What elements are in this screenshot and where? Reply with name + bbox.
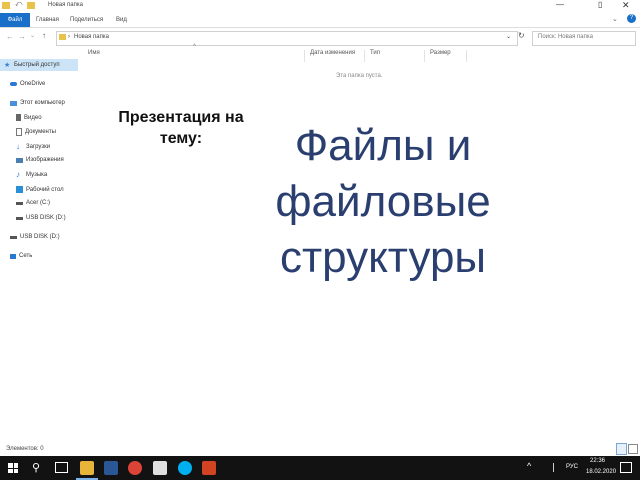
- undo-icon[interactable]: ⤺: [15, 1, 22, 9]
- search-icon[interactable]: ⚲: [32, 461, 40, 474]
- nav-item-drive-c[interactable]: Acer (C:): [16, 200, 50, 206]
- download-icon: ↓: [16, 142, 20, 151]
- status-bar: [0, 442, 640, 456]
- tab-share[interactable]: Поделиться: [70, 17, 103, 23]
- recent-locations-icon[interactable]: ⌄: [30, 32, 35, 39]
- refresh-icon[interactable]: ↻: [518, 31, 525, 40]
- address-path: Новая папка: [74, 34, 109, 40]
- nav-item-network[interactable]: Сеть: [10, 253, 32, 259]
- taskbar: [0, 456, 640, 480]
- nav-item-usb-disk[interactable]: USB DISK (D:): [16, 215, 66, 221]
- title-bar: [0, 0, 640, 13]
- slide-subtitle: Презентация на тему:: [118, 109, 244, 147]
- document-icon: [16, 128, 22, 136]
- network-icon: [10, 253, 16, 259]
- address-separator-icon: ›: [68, 34, 70, 40]
- tray-separator: [553, 463, 554, 472]
- chevron-down-icon[interactable]: ⌄: [612, 15, 618, 23]
- column-name[interactable]: Имя: [88, 50, 305, 62]
- app-icon[interactable]: [153, 461, 167, 475]
- skype-icon[interactable]: [178, 461, 192, 475]
- column-size[interactable]: Размер: [430, 50, 467, 62]
- clock-time[interactable]: 22:36: [590, 458, 605, 464]
- language-indicator[interactable]: РУС: [566, 464, 578, 470]
- image-icon: [16, 157, 23, 163]
- empty-folder-text: Эта папка пуста.: [336, 73, 383, 79]
- chrome-icon[interactable]: [128, 461, 142, 475]
- window-title: Новая папка: [48, 2, 83, 8]
- new-folder-icon[interactable]: [27, 2, 35, 9]
- star-icon: ★: [4, 61, 11, 69]
- help-button[interactable]: ?: [627, 14, 636, 23]
- tab-home[interactable]: Главная: [36, 17, 59, 23]
- nav-item-images[interactable]: Изображения: [16, 157, 64, 163]
- nav-item-this-pc[interactable]: Этот компьютер: [10, 100, 65, 106]
- column-type[interactable]: Тип: [370, 50, 425, 62]
- cloud-icon: [10, 82, 17, 86]
- address-dropdown-icon[interactable]: ⌄: [506, 33, 511, 40]
- nav-item-downloads[interactable]: ↓ Загрузки: [16, 142, 50, 151]
- address-folder-icon: [59, 34, 66, 40]
- nav-item-desktop[interactable]: Рабочий стол: [16, 186, 64, 193]
- windows-start-icon[interactable]: [8, 463, 18, 473]
- details-view-icon[interactable]: [616, 443, 627, 455]
- status-elements: Элементов: 0: [6, 446, 44, 452]
- nav-item-video[interactable]: Видео: [16, 114, 42, 121]
- nav-item-music[interactable]: ♪ Музыка: [16, 170, 47, 179]
- computer-icon: [10, 100, 17, 106]
- column-date-modified[interactable]: Дата изменения: [310, 50, 365, 62]
- usb-drive-icon: [10, 235, 17, 239]
- up-arrow-icon[interactable]: ↑: [42, 31, 46, 40]
- music-icon: ♪: [16, 170, 20, 179]
- slide-title: Файлы и файловые структуры: [275, 121, 491, 282]
- back-arrow-icon[interactable]: ←: [6, 32, 14, 41]
- word-icon[interactable]: [104, 461, 118, 475]
- close-button[interactable]: ✕: [622, 0, 630, 11]
- forward-arrow-icon[interactable]: →: [18, 32, 26, 41]
- notifications-icon[interactable]: [620, 462, 632, 473]
- tab-view[interactable]: Вид: [116, 17, 127, 23]
- folder-icon: [2, 2, 10, 9]
- nav-item-documents[interactable]: Документы: [16, 128, 56, 136]
- clock-date[interactable]: 18.02.2020: [586, 469, 616, 475]
- explorer-icon[interactable]: [80, 461, 94, 475]
- tab-file[interactable]: Файл: [0, 13, 30, 27]
- search-placeholder: Поиск: Новая папка: [538, 34, 593, 40]
- large-icons-view-icon[interactable]: [628, 444, 638, 454]
- tray-chevron-icon[interactable]: ^: [527, 461, 531, 471]
- navigation-pane: ★ Быстрый доступ OneDrive Этот компьютер…: [0, 56, 82, 442]
- video-icon: [16, 114, 21, 121]
- task-view-icon[interactable]: [55, 462, 68, 473]
- nav-item-quick-access[interactable]: ★ Быстрый доступ: [0, 59, 78, 71]
- nav-item-onedrive[interactable]: OneDrive: [10, 81, 45, 87]
- address-bar[interactable]: [56, 31, 518, 46]
- maximize-button[interactable]: ▯: [598, 0, 602, 9]
- drive-icon: [16, 201, 23, 205]
- nav-item-usb-disk-root[interactable]: USB DISK (D:): [10, 234, 60, 240]
- minimize-button[interactable]: —: [556, 0, 564, 9]
- usb-drive-icon: [16, 216, 23, 220]
- powerpoint-icon[interactable]: [202, 461, 216, 475]
- desktop-icon: [16, 186, 23, 193]
